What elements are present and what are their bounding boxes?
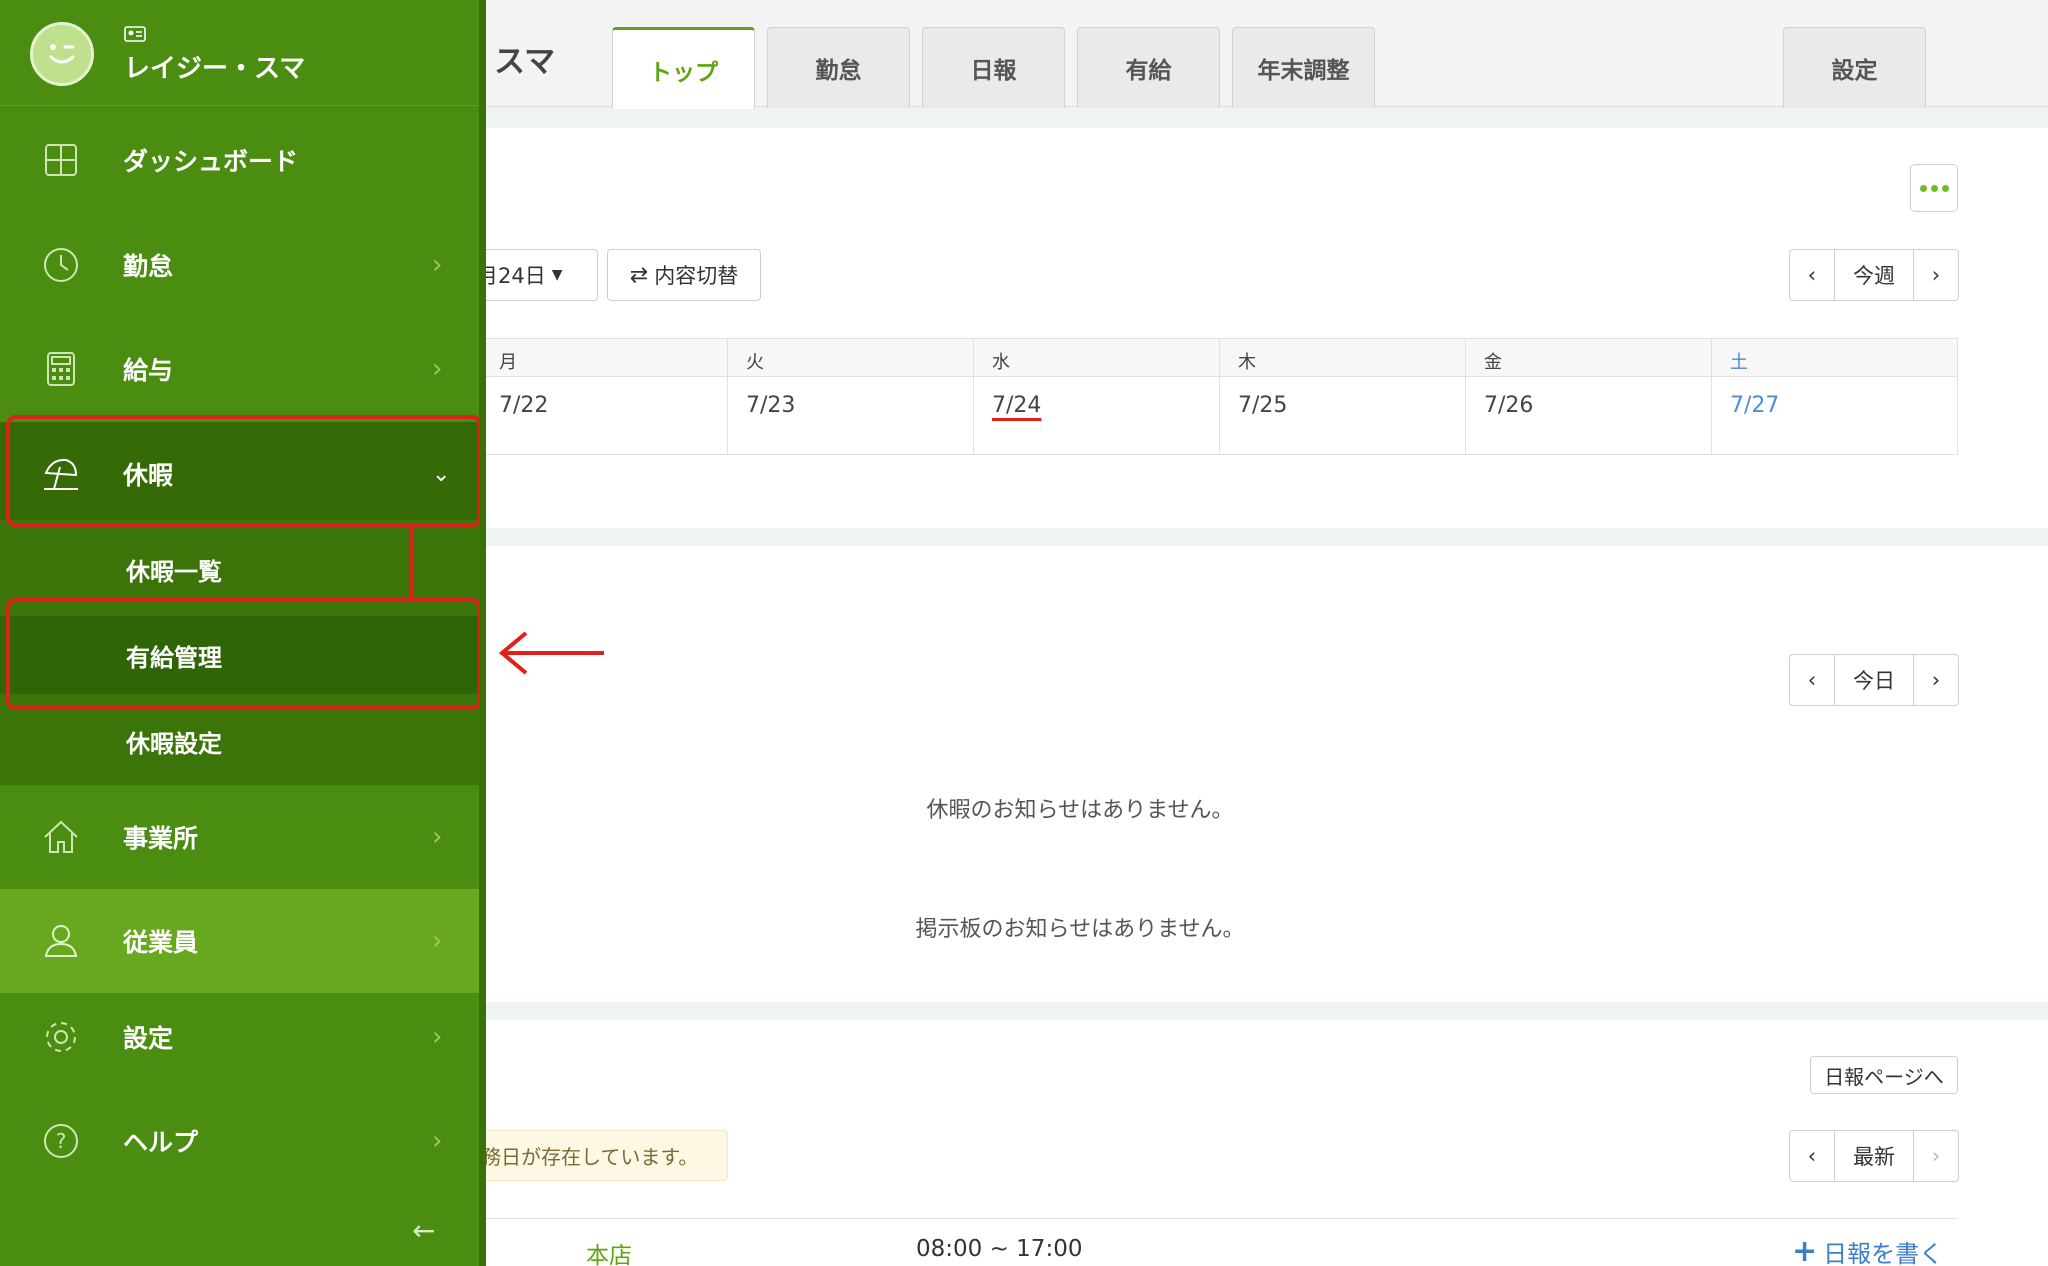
clock-icon [44, 248, 78, 282]
daily-pager: ‹ 最新 › [1789, 1130, 1959, 1182]
next-day-button[interactable]: › [1914, 655, 1958, 705]
weekday-label: 金 [1464, 339, 1711, 376]
chevron-right-icon: › [432, 250, 443, 280]
prev-week-button[interactable]: ‹ [1790, 250, 1834, 300]
sidebar: レイジー・スマ ダッシュボード 勤怠 › 給与 › 休暇 ⌄ 休暇一覧 有給管理… [0, 0, 486, 1266]
tab-daily-report[interactable]: 日報 [922, 27, 1065, 108]
sidebar-item-dashboard[interactable]: ダッシュボード [0, 108, 479, 212]
toggle-content-label: 内容切替 [654, 264, 739, 288]
chevron-right-icon: › [432, 1022, 443, 1052]
calculator-icon [47, 352, 75, 386]
date-cell[interactable]: 7/25 [1218, 377, 1465, 455]
sidebar-item-label: 給与 [123, 356, 174, 385]
date-dropdown-label: 月24日 [477, 264, 546, 288]
caret-down-icon: ▼ [551, 267, 563, 283]
highlight-connector [410, 524, 414, 600]
latest-button[interactable]: 最新 [1834, 1131, 1914, 1181]
store-link[interactable]: 本店 [586, 1236, 632, 1266]
sidebar-item-label: 従業員 [123, 928, 199, 957]
date-cell[interactable]: 7/26 [1464, 377, 1711, 455]
dashboard-icon [45, 144, 77, 176]
chevron-right-icon: › [432, 822, 443, 852]
today-button[interactable]: 今日 [1834, 655, 1914, 705]
date-cell[interactable]: 7/27 [1710, 377, 1957, 455]
user-name: レイジー・スマ [124, 54, 306, 84]
chevron-right-icon: › [432, 1126, 443, 1156]
tab-top[interactable]: トップ [612, 27, 755, 109]
app-title: スマ [494, 44, 556, 80]
svg-text:?: ? [56, 1129, 67, 1153]
week-pager: ‹ 今週 › [1789, 249, 1959, 301]
sidebar-edge [479, 0, 486, 1266]
write-daily-report-label: 日報を書く [1823, 1240, 1944, 1266]
date-cell[interactable]: 7/23 [726, 377, 973, 455]
submenu-item-leave-list[interactable]: 休暇一覧 [0, 530, 479, 608]
sidebar-item-label: 勤怠 [123, 252, 174, 281]
next-week-button[interactable]: › [1914, 250, 1958, 300]
highlight-paid-leave [6, 598, 482, 710]
plus-icon: + [1792, 1233, 1818, 1266]
collapse-sidebar-icon[interactable]: ← [412, 1214, 435, 1247]
weekday-label: 土 [1710, 339, 1957, 376]
week-date-row: 7/22 7/23 7/24 7/25 7/26 7/27 [481, 377, 1957, 455]
prev-day-button[interactable]: ‹ [1790, 655, 1834, 705]
sidebar-item-label: 事業所 [123, 824, 199, 853]
day-pager: ‹ 今日 › [1789, 654, 1959, 706]
chevron-right-icon: › [432, 926, 443, 956]
smile-icon [49, 44, 75, 64]
highlight-leave [6, 415, 482, 527]
sidebar-item-label: 設定 [123, 1024, 174, 1053]
weekday-label: 火 [726, 339, 973, 376]
weekday-label: 木 [1218, 339, 1465, 376]
week-header-row: 月 火 水 木 金 土 [481, 339, 1957, 377]
date-cell[interactable]: 7/22 [481, 377, 727, 455]
tab-settings[interactable]: 設定 [1783, 27, 1926, 108]
sidebar-item-label: ダッシュボード [123, 147, 299, 176]
this-week-button[interactable]: 今週 [1834, 250, 1914, 300]
toggle-content-button[interactable]: ⇄ 内容切替 [607, 249, 761, 301]
tab-attendance[interactable]: 勤怠 [767, 27, 910, 108]
id-card-icon [124, 26, 146, 42]
sidebar-item-settings[interactable]: 設定 › [0, 985, 479, 1089]
tab-year-end[interactable]: 年末調整 [1232, 27, 1375, 108]
submenu-item-leave-settings[interactable]: 休暇設定 [0, 702, 479, 780]
weekday-label: 月 [499, 352, 517, 373]
avatar [30, 22, 94, 86]
swap-icon: ⇄ [629, 262, 649, 288]
next-daily-button[interactable]: › [1914, 1131, 1958, 1181]
write-daily-report-link[interactable]: + 日報を書く [1792, 1234, 1943, 1266]
sidebar-item-attendance[interactable]: 勤怠 › [0, 213, 479, 317]
sidebar-item-help[interactable]: ? ヘルプ › [0, 1089, 479, 1193]
user-icon [44, 925, 78, 957]
red-arrow-annotation [498, 631, 604, 675]
divider [480, 1218, 1958, 1219]
shift-time: 08:00 ~ 17:00 [916, 1236, 1083, 1262]
date-cell-today[interactable]: 7/24 [972, 377, 1219, 455]
sidebar-item-label: ヘルプ [123, 1128, 199, 1157]
week-calendar: 月 火 水 木 金 土 7/22 7/23 7/24 7/25 7/26 7/2… [480, 338, 1958, 455]
prev-daily-button[interactable]: ‹ [1790, 1131, 1834, 1181]
sidebar-item-payroll[interactable]: 給与 › [0, 317, 479, 421]
profile-header[interactable]: レイジー・スマ [0, 0, 479, 106]
home-icon [44, 820, 78, 853]
more-options-button[interactable] [1910, 164, 1958, 212]
weekday-label: 水 [972, 339, 1219, 376]
help-icon: ? [44, 1124, 78, 1158]
warning-text: 務日が存在しています。 [481, 1145, 699, 1169]
tab-paid-leave[interactable]: 有給 [1077, 27, 1220, 108]
daily-page-link[interactable]: 日報ページへ [1810, 1056, 1958, 1094]
gear-icon [46, 1022, 76, 1052]
chevron-right-icon: › [432, 354, 443, 384]
sidebar-item-office[interactable]: 事業所 › [0, 785, 479, 889]
sidebar-item-employees[interactable]: 従業員 › [0, 889, 479, 993]
